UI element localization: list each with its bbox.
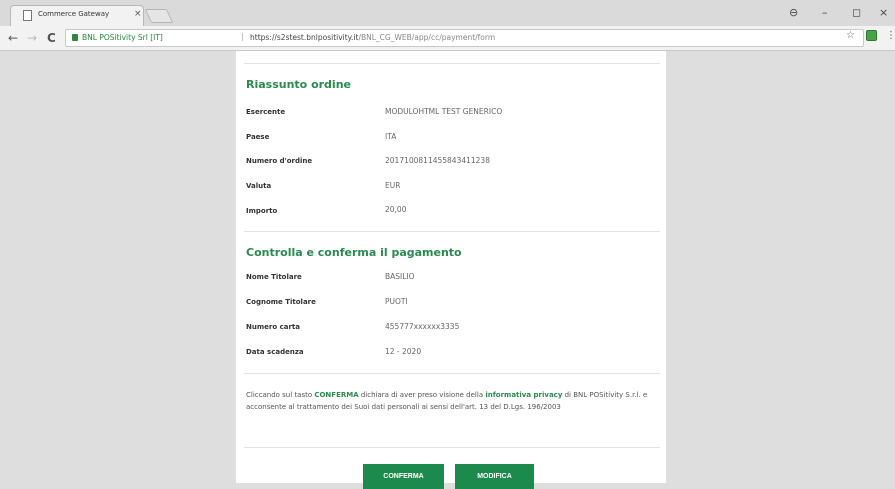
maximize-button[interactable]: ◻: [852, 6, 861, 19]
minimize-button[interactable]: –: [822, 6, 828, 19]
bookmark-star-icon[interactable]: ☆: [846, 30, 855, 41]
address-bar[interactable]: BNL POSitivity Srl [IT] | https://s2stes…: [65, 29, 864, 47]
order-summary-title: Riassunto ordine: [246, 78, 351, 91]
row-value: 455777xxxxxx3335: [385, 322, 460, 331]
privacy-link[interactable]: informativa privacy: [485, 391, 562, 399]
row-value: MODULOHTML TEST GENERICO: [385, 107, 503, 116]
forward-icon[interactable]: →: [27, 31, 37, 45]
privacy-notice: Cliccando sul tasto CONFERMA dichiara di…: [246, 389, 658, 413]
url-host: https://s2stest.bnlpositivity.it: [250, 33, 359, 42]
modify-button[interactable]: MODIFICA: [455, 464, 534, 489]
payment-check-title: Controlla e conferma il pagamento: [246, 246, 462, 259]
window-close-button[interactable]: ×: [879, 6, 888, 19]
url-separator: |: [241, 32, 244, 41]
new-tab-button[interactable]: [144, 9, 174, 23]
browser-tab[interactable]: Commerce Gateway ×: [10, 5, 144, 26]
notice-text: dichiara di aver preso visione della: [358, 391, 486, 399]
row-value: 20,00: [385, 205, 407, 214]
page-viewport: Riassunto ordine Esercente MODULOHTML TE…: [0, 51, 895, 489]
title-bar: Commerce Gateway × ⊖ – ◻ ×: [0, 0, 895, 26]
lock-icon: [72, 34, 78, 41]
row-label: Nome Titolare: [246, 273, 302, 281]
back-icon[interactable]: ←: [8, 31, 18, 45]
url-path: /BNL_CG_WEB/app/cc/payment/form: [358, 33, 496, 42]
row-label: Data scadenza: [246, 348, 304, 356]
row-value: 12 - 2020: [385, 347, 422, 356]
tab-close-icon[interactable]: ×: [134, 9, 142, 19]
profile-icon[interactable]: ⊖: [789, 6, 798, 19]
row-value: PUOTI: [385, 297, 408, 306]
browser-menu-icon[interactable]: ⋮: [886, 30, 895, 41]
site-identity[interactable]: BNL POSitivity Srl [IT]: [82, 33, 163, 42]
divider: [244, 447, 660, 448]
row-label: Importo: [246, 207, 278, 215]
reload-icon[interactable]: C: [47, 31, 56, 45]
confirm-button[interactable]: CONFERMA: [363, 464, 444, 489]
row-label: Esercente: [246, 108, 286, 116]
notice-text: Cliccando sul tasto: [246, 391, 315, 399]
row-value: EUR: [385, 181, 401, 190]
row-value: BASILIO: [385, 272, 415, 281]
tab-title: Commerce Gateway: [38, 10, 110, 18]
row-label: Numero carta: [246, 323, 300, 331]
row-label: Paese: [246, 133, 270, 141]
row-value: ITA: [385, 132, 397, 141]
row-value: 20171008114558434112​38: [385, 156, 490, 165]
notice-conferma: CONFERMA: [314, 391, 359, 399]
browser-toolbar: ← → C BNL POSitivity Srl [IT] | https://…: [0, 26, 895, 51]
extension-icon[interactable]: [866, 30, 877, 41]
row-label: Valuta: [246, 182, 272, 190]
divider: [244, 231, 660, 232]
page-icon: [23, 10, 32, 21]
url-text[interactable]: https://s2stest.bnlpositivity.it/BNL_CG_…: [250, 33, 495, 42]
divider: [244, 63, 660, 64]
payment-card: Riassunto ordine Esercente MODULOHTML TE…: [236, 51, 666, 489]
row-label: Cognome Titolare: [246, 298, 316, 306]
row-label: Numero d'ordine: [246, 157, 313, 165]
divider: [244, 373, 660, 374]
